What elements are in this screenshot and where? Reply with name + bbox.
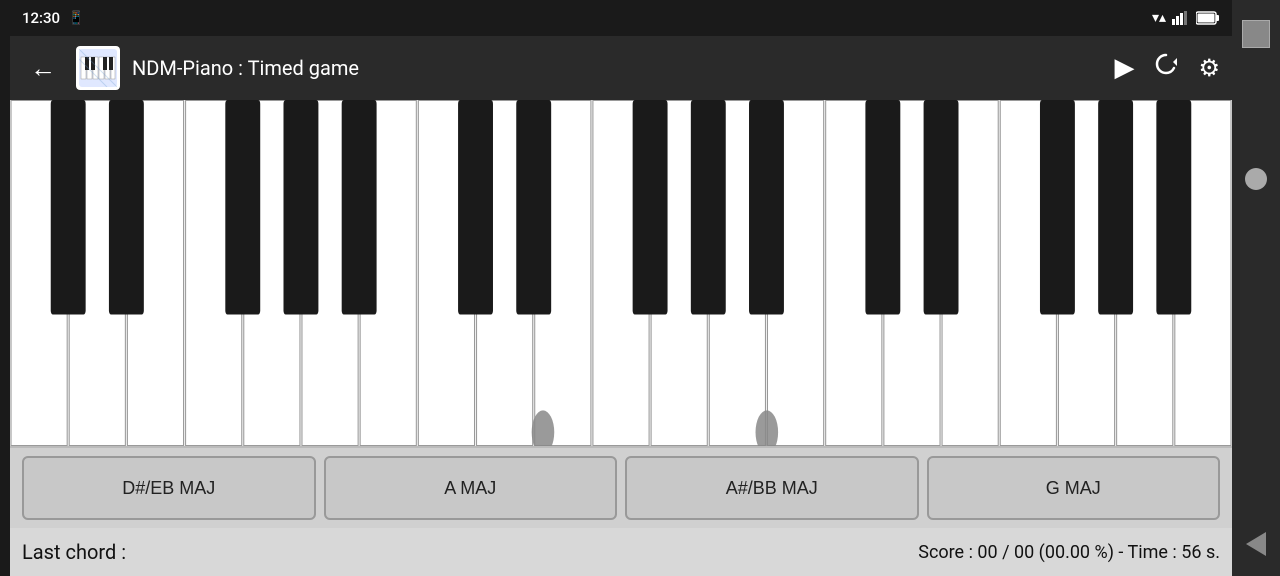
settings-button[interactable]: ⚙ bbox=[1198, 54, 1220, 82]
left-edge-bar bbox=[0, 0, 10, 576]
chord-btn-3[interactable]: G MAJ bbox=[927, 456, 1221, 520]
piano-svg bbox=[10, 100, 1232, 446]
replay-button[interactable] bbox=[1152, 51, 1180, 86]
piano-keyboard-area[interactable] bbox=[10, 100, 1232, 448]
app-icon bbox=[76, 46, 120, 90]
status-left: 12:30 📱 bbox=[22, 9, 84, 27]
chord-btn-1[interactable]: A MAJ bbox=[324, 456, 618, 520]
chord-buttons-row: D#/EB MAJ A MAJ A#/BB MAJ G MAJ bbox=[10, 448, 1232, 528]
app-bar: ← NDM-Piano : Timed g bbox=[10, 36, 1232, 100]
back-button[interactable]: ← bbox=[22, 49, 64, 88]
sidebar-square-icon bbox=[1242, 20, 1270, 48]
sidebar-back-icon[interactable] bbox=[1246, 532, 1266, 556]
chord-btn-0[interactable]: D#/EB MAJ bbox=[22, 456, 316, 520]
app-bar-actions: ▶ ⚙ bbox=[1114, 51, 1220, 86]
main-content: 12:30 📱 ▾▴ ← bbox=[10, 0, 1232, 576]
right-sidebar bbox=[1232, 0, 1280, 576]
time-display: 12:30 bbox=[22, 9, 60, 27]
sim-icon: 📱 bbox=[68, 11, 84, 26]
bottom-status-bar: Last chord : Score : 00 / 00 (00.00 %) -… bbox=[10, 528, 1232, 576]
app-title: NDM-Piano : Timed game bbox=[132, 56, 1102, 80]
chord-btn-2[interactable]: A#/BB MAJ bbox=[625, 456, 919, 520]
battery-icon bbox=[1196, 11, 1220, 25]
piano-app-icon bbox=[79, 49, 117, 87]
last-chord-label: Last chord : bbox=[22, 540, 126, 564]
status-right: ▾▴ bbox=[1152, 10, 1220, 26]
score-time-display: Score : 00 / 00 (00.00 %) - Time : 56 s. bbox=[918, 542, 1220, 563]
sidebar-circle-icon bbox=[1245, 168, 1267, 190]
status-bar: 12:30 📱 ▾▴ bbox=[10, 0, 1232, 36]
play-button[interactable]: ▶ bbox=[1114, 53, 1134, 83]
wifi-icon: ▾▴ bbox=[1152, 10, 1166, 26]
signal-icon bbox=[1172, 11, 1190, 25]
